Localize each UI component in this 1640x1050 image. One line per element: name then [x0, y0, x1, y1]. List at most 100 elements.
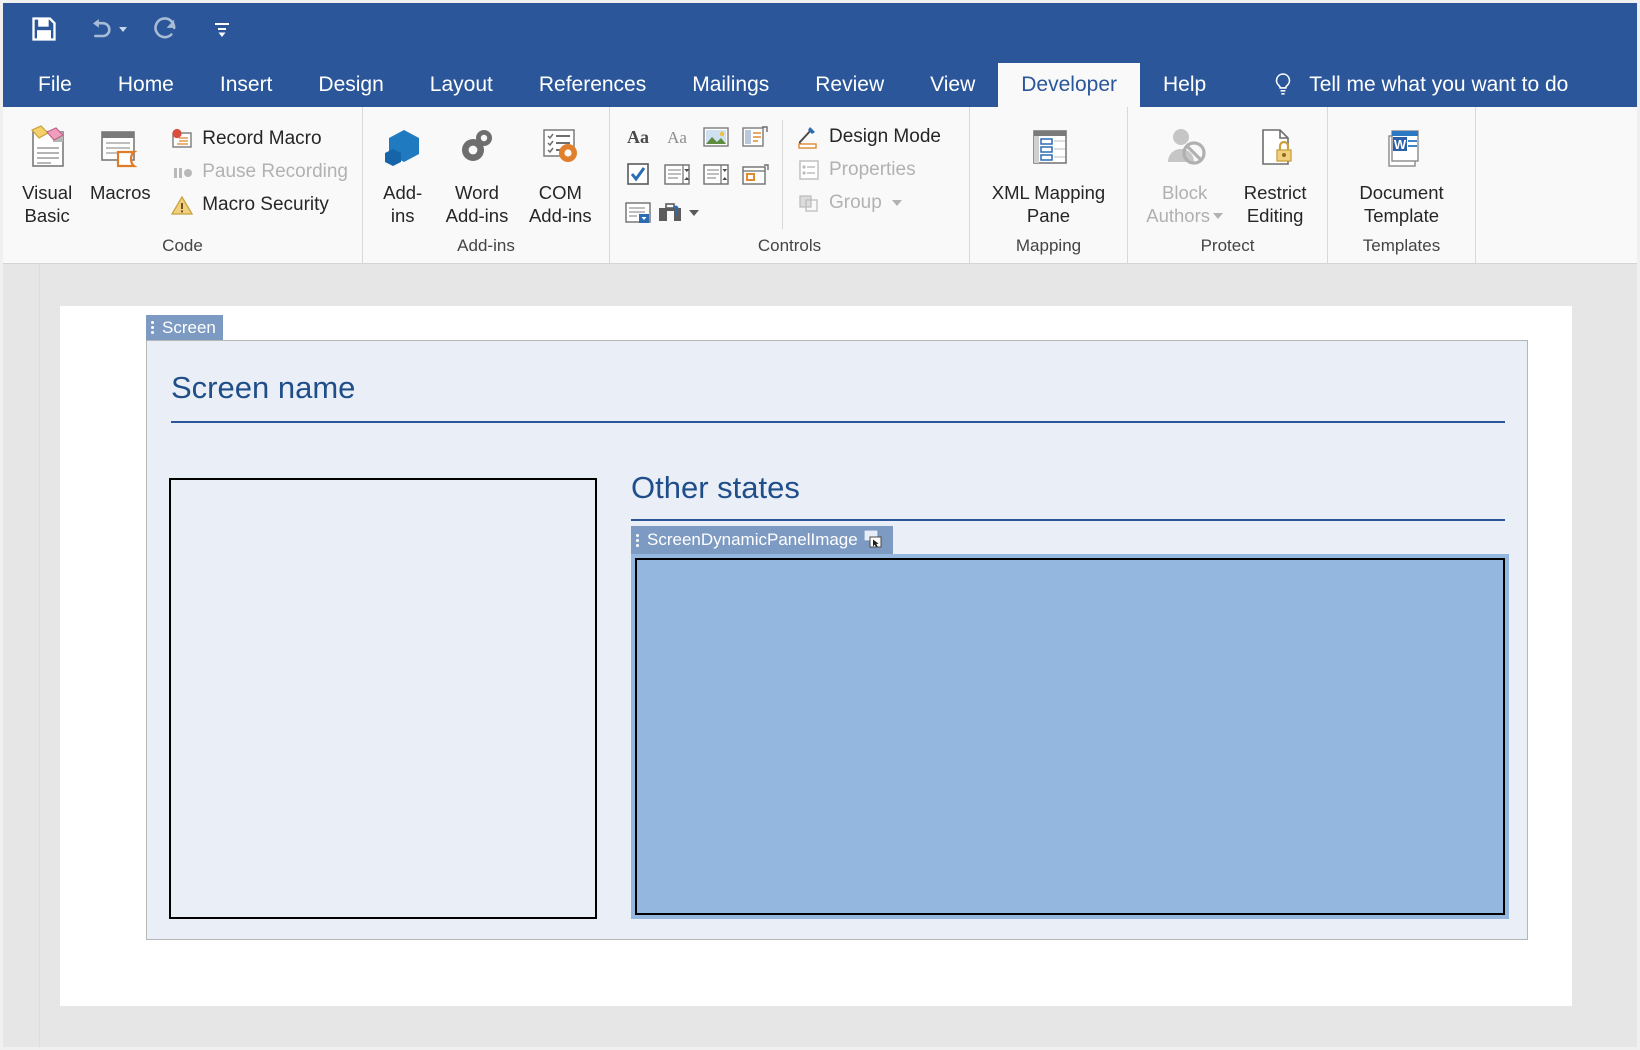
tab-layout[interactable]: Layout: [407, 63, 516, 107]
record-macro-label: Record Macro: [202, 127, 322, 149]
ribbon-developer: Visual Basic Macros Record Macro Pause R…: [3, 107, 1637, 264]
block-authors-label-line1: Block: [1162, 182, 1208, 203]
visual-basic-icon: [21, 122, 73, 176]
tab-view[interactable]: View: [907, 63, 998, 107]
xml-mapping-pane-button[interactable]: XML Mapping Pane: [979, 116, 1118, 227]
tab-insert[interactable]: Insert: [197, 63, 296, 107]
content-control-screen-region[interactable]: Screen name Other states ScreenDynamicPa…: [146, 340, 1528, 940]
document-page[interactable]: Screen Screen name Other states ScreenDy…: [60, 306, 1572, 1006]
check-box-content-control-button[interactable]: [621, 158, 655, 192]
drop-down-list-content-control-icon: [703, 163, 729, 185]
undo-dropdown-caret[interactable]: [119, 26, 127, 32]
design-mode-button[interactable]: Design Mode: [791, 120, 946, 153]
word-application-window: File Home Insert Design Layout Reference…: [0, 0, 1640, 1050]
ribbon-group-protect-label: Protect: [1200, 236, 1255, 255]
tell-me-search[interactable]: Tell me what you want to do: [1271, 63, 1568, 107]
macros-label: Macros: [89, 182, 151, 203]
group-icon: [796, 190, 822, 216]
legacy-tools-button[interactable]: [654, 196, 700, 230]
document-template-label-line2: Template: [1363, 205, 1440, 226]
undo-button[interactable]: [83, 12, 127, 46]
visual-basic-button[interactable]: Visual Basic: [12, 116, 82, 227]
combo-box-content-control-icon: [664, 163, 690, 185]
record-macro-icon: [169, 126, 195, 152]
tab-review[interactable]: Review: [792, 63, 907, 107]
tab-developer[interactable]: Developer: [998, 63, 1140, 107]
content-control-tag-screen[interactable]: Screen: [146, 315, 223, 340]
group-caret-icon: [891, 199, 902, 206]
save-icon: [32, 17, 56, 41]
ribbon-group-controls: Aa Aa Design Mode Properties Group Contr…: [610, 107, 970, 263]
word-add-ins-label-line1: Word: [455, 182, 499, 203]
tab-references[interactable]: References: [516, 63, 669, 107]
document-canvas[interactable]: Screen Screen name Other states ScreenDy…: [3, 264, 1637, 1047]
legacy-tools-icon: [658, 202, 681, 221]
svg-text:Aa: Aa: [667, 128, 687, 147]
date-picker-content-control-button[interactable]: [738, 158, 772, 192]
rich-text-content-control-button[interactable]: Aa: [621, 120, 655, 154]
macros-button[interactable]: Macros: [82, 116, 158, 204]
add-ins-icon: [377, 122, 429, 176]
lightbulb-icon: [1275, 73, 1291, 95]
ribbon-group-templates: W Document Template Templates: [1328, 107, 1476, 263]
redo-button[interactable]: [149, 12, 183, 46]
undo-icon: [93, 19, 111, 38]
drop-down-list-content-control-button[interactable]: [699, 158, 733, 192]
pause-recording-button: Pause Recording: [164, 155, 353, 188]
legacy-tools-caret-icon[interactable]: [688, 209, 699, 216]
ribbon-tab-strip: File Home Insert Design Layout Reference…: [3, 55, 1637, 107]
combo-box-content-control-button[interactable]: [660, 158, 694, 192]
macro-security-button[interactable]: Macro Security: [164, 188, 353, 221]
ribbon-group-add-ins-label: Add-ins: [457, 236, 515, 255]
picture-content-control-button[interactable]: [699, 120, 733, 154]
restrict-editing-icon: [1249, 122, 1301, 176]
plain-text-content-control-icon: Aa: [667, 128, 687, 147]
tab-file[interactable]: File: [15, 63, 95, 107]
picture-content-control-icon[interactable]: [863, 529, 886, 550]
tab-help[interactable]: Help: [1140, 63, 1229, 107]
svg-text:W: W: [1393, 137, 1406, 152]
building-block-gallery-content-control-icon: [742, 125, 768, 147]
restrict-editing-button[interactable]: Restrict Editing: [1232, 116, 1318, 227]
screen-dynamic-panel-image-region[interactable]: [631, 554, 1509, 919]
rich-text-content-control-icon: Aa: [627, 127, 649, 147]
tab-design[interactable]: Design: [295, 63, 406, 107]
customize-quick-access-toolbar-button[interactable]: [205, 12, 239, 46]
block-authors-button: Block Authors: [1137, 116, 1232, 227]
block-authors-caret-icon: [1213, 212, 1224, 219]
ribbon-group-add-ins: Add- ins Word Add-ins COM Add-ins Add-in…: [363, 107, 610, 263]
visual-basic-label-line1: Visual: [22, 182, 73, 203]
screen-dynamic-panel-image-box[interactable]: [635, 558, 1505, 915]
repeating-section-content-control-button[interactable]: [621, 196, 655, 230]
content-control-tag-screen-dynamic-panel-image-label: ScreenDynamicPanelImage: [647, 530, 858, 549]
quick-access-toolbar: [3, 3, 1637, 55]
plain-text-content-control-button[interactable]: Aa: [660, 120, 694, 154]
com-add-ins-button[interactable]: COM Add-ins: [521, 116, 600, 227]
record-macro-button[interactable]: Record Macro: [164, 122, 353, 155]
com-add-ins-label-line2: Add-ins: [528, 205, 592, 226]
tab-mailings[interactable]: Mailings: [669, 63, 792, 107]
macro-security-icon: [169, 192, 195, 218]
xml-mapping-pane-icon: [1023, 122, 1075, 176]
screen-image-placeholder-box[interactable]: [169, 478, 597, 919]
repeating-section-content-control-icon: [625, 201, 651, 223]
document-template-button[interactable]: W Document Template: [1337, 116, 1466, 227]
other-states-heading-text: Other states: [631, 470, 800, 505]
save-button[interactable]: [27, 12, 61, 46]
content-control-tag-screen-label: Screen: [162, 317, 216, 337]
screen-name-underline: [171, 421, 1505, 423]
redo-icon: [154, 17, 176, 39]
pause-recording-label: Pause Recording: [202, 160, 348, 182]
screen-name-heading-text: Screen name: [171, 370, 356, 405]
content-control-tag-screen-dynamic-panel-image[interactable]: ScreenDynamicPanelImage: [631, 526, 893, 554]
com-add-ins-icon: [534, 122, 586, 176]
building-block-gallery-content-control-button[interactable]: [738, 120, 772, 154]
drag-handle-icon[interactable]: [151, 321, 156, 334]
word-add-ins-button[interactable]: Word Add-ins: [437, 116, 516, 227]
drag-handle-icon[interactable]: [636, 533, 641, 547]
controls-divider: [782, 120, 783, 229]
macro-security-label: Macro Security: [202, 193, 329, 215]
add-ins-button[interactable]: Add- ins: [372, 116, 433, 227]
page-gutter-line: [39, 264, 40, 1047]
tab-home[interactable]: Home: [95, 63, 197, 107]
